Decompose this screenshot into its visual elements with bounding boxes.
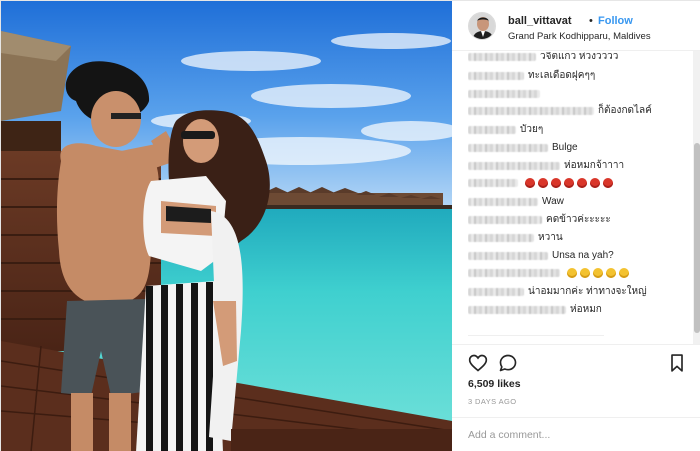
smile-emoji-icon bbox=[566, 268, 577, 279]
separator-dot: • bbox=[589, 15, 593, 27]
comment-text: Waw bbox=[542, 196, 564, 207]
instagram-post-window: ball_vittavat • Follow Grand Park Kodhip… bbox=[0, 0, 700, 451]
scrollbar-thumb[interactable] bbox=[694, 143, 700, 333]
comment-text: น่าอมมากค่ะ ท่าทางจะใหญ่ bbox=[528, 286, 647, 297]
blurred-username bbox=[468, 179, 518, 188]
smile-emoji-icon bbox=[592, 268, 603, 279]
comment-text: ห่อหมก bbox=[570, 304, 602, 315]
comments-scrollbar[interactable] bbox=[693, 51, 700, 344]
comment-text: ทะเลเดือดฝุคๆๆ bbox=[528, 70, 596, 81]
comment-item: ห่อหมกจ้าาาา bbox=[468, 159, 624, 173]
comment-text: ก็ต้องกดไลค์ bbox=[598, 105, 652, 116]
comment-item: คดข้าวค่ะะะะะ bbox=[468, 213, 611, 227]
blurred-username bbox=[468, 252, 548, 260]
devil-emoji-icon bbox=[589, 178, 600, 189]
add-comment-bar bbox=[452, 417, 700, 451]
comment-item: Bulge bbox=[468, 141, 578, 155]
avatar[interactable] bbox=[468, 12, 496, 40]
comments-list: วจิตแกว ห่วงวววว ทะเลเดือดฝุคๆๆ ก็ต้องกด… bbox=[468, 52, 700, 336]
blurred-username bbox=[468, 72, 524, 80]
comment-text: ห่อหมกจ้าาาา bbox=[564, 160, 625, 171]
comment-item bbox=[468, 177, 616, 191]
comment-text: คดข้าวค่ะะะะะ bbox=[546, 214, 611, 225]
add-comment-input[interactable] bbox=[468, 426, 688, 444]
devil-emoji-icon bbox=[602, 178, 613, 189]
blurred-username bbox=[468, 269, 560, 278]
blurred-username bbox=[468, 288, 524, 296]
comment-item bbox=[468, 87, 544, 101]
blurred-username bbox=[468, 234, 534, 242]
comment-item: วจิตแกว ห่วงวววว bbox=[468, 52, 618, 64]
blurred-username bbox=[468, 53, 536, 61]
smile-emoji-icon bbox=[618, 268, 629, 279]
comment-text: บัวยๆ bbox=[520, 124, 544, 135]
comment-text: Unsa na yah? bbox=[552, 250, 614, 261]
likes-count[interactable]: 6,509 likes bbox=[468, 378, 521, 390]
smile-emoji-icon bbox=[605, 268, 616, 279]
comment-item: ก็ต้องกดไลค์ bbox=[468, 104, 652, 118]
comment-item: บัวยๆ bbox=[468, 123, 543, 137]
heart-icon[interactable] bbox=[468, 353, 488, 373]
post-timestamp[interactable]: 3 DAYS AGO bbox=[468, 397, 516, 406]
comment-item: น่าอมมากค่ะ ท่าทางจะใหญ่ bbox=[468, 285, 647, 299]
blurred-username bbox=[468, 216, 542, 224]
post-actions bbox=[452, 344, 700, 380]
bookmark-icon[interactable] bbox=[667, 353, 687, 373]
comment-text: หวาน bbox=[538, 232, 563, 243]
blurred-username bbox=[468, 144, 548, 152]
location-link[interactable]: Grand Park Kodhipparu, Maldives bbox=[508, 31, 651, 42]
devil-emoji-icon bbox=[524, 178, 535, 189]
devil-emoji-icon bbox=[550, 178, 561, 189]
blurred-username bbox=[468, 162, 560, 170]
blurred-username bbox=[468, 306, 566, 314]
comment-text: Bulge bbox=[552, 142, 578, 153]
speech-bubble-icon[interactable] bbox=[498, 353, 518, 373]
comment-item: Waw bbox=[468, 195, 564, 209]
devil-emoji-icon bbox=[563, 178, 574, 189]
comment-item: ห่อหมก bbox=[468, 303, 602, 317]
blurred-username bbox=[468, 107, 594, 115]
post-header: ball_vittavat • Follow Grand Park Kodhip… bbox=[452, 1, 700, 51]
post-photo[interactable] bbox=[1, 1, 452, 451]
blurred-username bbox=[468, 198, 538, 206]
devil-emoji-icon bbox=[576, 178, 587, 189]
comment-text: วจิตแกว ห่วงวววว bbox=[540, 52, 619, 62]
comment-item: Unsa na yah? bbox=[468, 249, 614, 263]
blurred-username bbox=[468, 90, 540, 98]
follow-button[interactable]: Follow bbox=[598, 15, 633, 27]
comment-item bbox=[468, 267, 632, 281]
user-avatar-icon bbox=[469, 13, 495, 39]
comment-item: หวาน bbox=[468, 231, 563, 245]
smile-emoji-icon bbox=[579, 268, 590, 279]
devil-emoji-icon bbox=[537, 178, 548, 189]
post-details-panel: ball_vittavat • Follow Grand Park Kodhip… bbox=[452, 1, 700, 451]
comments-divider bbox=[468, 335, 604, 336]
username-link[interactable]: ball_vittavat bbox=[508, 15, 572, 27]
comment-item: ทะเลเดือดฝุคๆๆ bbox=[468, 69, 595, 83]
blurred-username bbox=[468, 126, 516, 134]
